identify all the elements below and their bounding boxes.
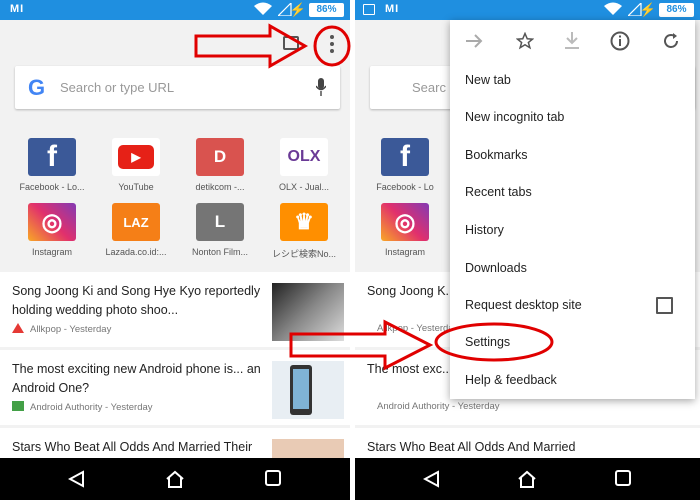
news-thumbnail — [272, 283, 344, 341]
battery-indicator: 86% — [659, 3, 694, 17]
charging-icon: ⚡ — [639, 2, 656, 17]
shortcut-instagram[interactable]: ◎ Instagram — [12, 203, 92, 257]
home-icon[interactable] — [165, 470, 185, 488]
carrier-label: MI — [10, 3, 25, 15]
shortcut-youtube[interactable]: ▶ YouTube — [96, 138, 176, 192]
recent-apps-icon[interactable] — [615, 470, 631, 486]
search-placeholder: Search or type URL — [60, 80, 175, 95]
lazada-icon: LAZ — [112, 203, 160, 241]
recent-apps-icon[interactable] — [265, 470, 281, 486]
menu-item-history[interactable]: History — [465, 223, 504, 237]
menu-item-help-feedback[interactable]: Help & feedback — [465, 373, 557, 387]
shortcut-label: Instagram — [384, 247, 426, 257]
shortcut-label: OLX - Jual... — [278, 182, 330, 192]
shortcut-olx[interactable]: OLX OLX - Jual... — [264, 138, 344, 192]
charging-icon: ⚡ — [289, 2, 306, 17]
shortcut-label: レシピ検索No... — [271, 249, 336, 259]
forward-icon[interactable] — [465, 33, 483, 49]
overflow-menu: New tab New incognito tab Bookmarks Rece… — [450, 20, 695, 399]
android-navigation-bar — [355, 458, 700, 500]
nonton-icon: L — [196, 203, 244, 241]
instagram-icon: ◎ — [381, 203, 429, 241]
desktop-site-checkbox[interactable] — [656, 297, 673, 314]
star-icon[interactable] — [516, 32, 534, 50]
search-box[interactable]: G Search or type URL — [15, 66, 340, 109]
news-source: Android Authority - Yesterday — [377, 401, 500, 412]
tab-switcher-icon[interactable] — [283, 36, 299, 50]
refresh-icon[interactable] — [662, 32, 680, 50]
wifi-icon — [254, 2, 272, 15]
shortcut-nonton[interactable]: L Nonton Film... — [180, 203, 260, 257]
shortcut-label: YouTube — [118, 182, 154, 192]
menu-item-new-tab[interactable]: New tab — [465, 73, 511, 87]
menu-item-request-desktop-site[interactable]: Request desktop site — [465, 298, 582, 312]
carrier-label: MI — [385, 3, 400, 15]
news-title: The most exciting new Android phone is..… — [12, 362, 261, 395]
more-options-icon[interactable] — [327, 33, 337, 57]
android-navigation-bar — [0, 458, 350, 500]
status-bar: MI ⚡ 86% — [0, 0, 350, 20]
microphone-icon[interactable] — [316, 78, 326, 96]
shortcut-lazada[interactable]: LAZ Lazada.co.id:... — [96, 203, 176, 257]
menu-icon-row — [450, 20, 695, 65]
shortcut-facebook[interactable]: f Facebook - Lo... — [12, 138, 92, 192]
olx-icon: OLX — [280, 138, 328, 176]
chef-hat-icon: ♛ — [280, 203, 328, 241]
menu-item-settings[interactable]: Settings — [465, 335, 510, 349]
shortcut-label: Facebook - Lo — [376, 182, 434, 192]
news-title: Song Joong Ki and Song Hye Kyo reportedl… — [12, 284, 261, 317]
status-bar: MI ⚡ 86% — [355, 0, 700, 20]
news-title: Stars Who Beat All Odds And Married — [367, 440, 576, 454]
battery-indicator: 86% — [309, 3, 344, 17]
news-source: Android Authority - Yesterday — [12, 401, 153, 413]
shortcut-facebook[interactable]: f Facebook - Lo — [365, 138, 445, 192]
phone-screen-right: MI ⚡ 86% Searc f Facebook - Lo ◎ Instagr… — [355, 0, 700, 500]
news-thumbnail — [272, 361, 344, 419]
menu-item-bookmarks[interactable]: Bookmarks — [465, 148, 528, 162]
google-logo-icon: G — [28, 75, 46, 100]
news-card[interactable]: Song Joong Ki and Song Hye Kyo reportedl… — [0, 272, 350, 347]
news-card[interactable]: The most exciting new Android phone is..… — [0, 350, 350, 425]
news-source: Allkpop - Yesterday — [12, 323, 111, 335]
home-icon[interactable] — [517, 470, 537, 488]
toolbar — [0, 30, 350, 60]
image-notification-icon — [363, 4, 375, 15]
shortcut-label: detikcom -... — [195, 182, 245, 192]
shortcut-label: Nonton Film... — [191, 247, 249, 257]
wifi-icon — [604, 2, 622, 15]
back-icon[interactable] — [423, 470, 441, 488]
news-feed: Song Joong Ki and Song Hye Kyo reportedl… — [0, 272, 350, 497]
shortcut-label: Facebook - Lo... — [19, 182, 85, 192]
phone-screen-left: MI ⚡ 86% G Search or type URL f Facebook… — [0, 0, 350, 500]
download-icon[interactable] — [564, 32, 580, 50]
shortcut-label: Instagram — [31, 247, 73, 257]
shortcut-label: Lazada.co.id:... — [105, 247, 167, 257]
facebook-icon: f — [28, 138, 76, 176]
menu-item-new-incognito-tab[interactable]: New incognito tab — [465, 110, 564, 124]
shortcut-recipe[interactable]: ♛ レシピ検索No... — [264, 203, 344, 260]
menu-item-downloads[interactable]: Downloads — [465, 261, 527, 275]
info-icon[interactable] — [610, 31, 630, 51]
detikcom-icon: D — [196, 138, 244, 176]
menu-item-recent-tabs[interactable]: Recent tabs — [465, 185, 532, 199]
search-placeholder: Searc — [412, 80, 446, 95]
instagram-icon: ◎ — [28, 203, 76, 241]
back-icon[interactable] — [68, 470, 86, 488]
shortcut-instagram[interactable]: ◎ Instagram — [365, 203, 445, 257]
news-source: Allkpop - Yesterday — [377, 323, 459, 334]
facebook-icon: f — [381, 138, 429, 176]
shortcut-detikcom[interactable]: D detikcom -... — [180, 138, 260, 192]
youtube-icon: ▶ — [112, 138, 160, 176]
